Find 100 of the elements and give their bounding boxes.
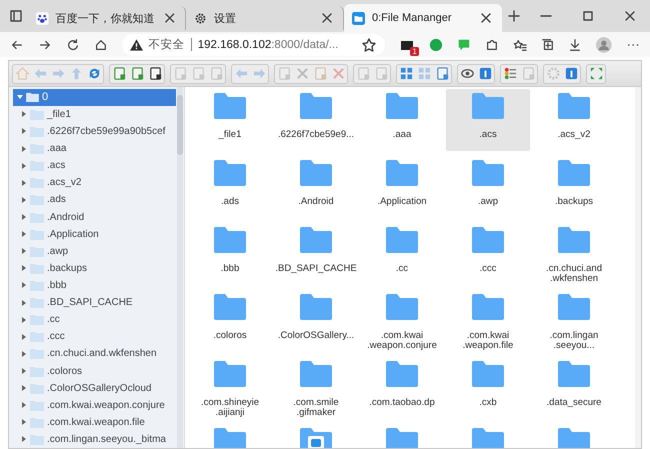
folder-icon <box>30 262 44 274</box>
folder-icon <box>30 280 44 291</box>
file-item[interactable]: .cc <box>360 223 444 285</box>
folder-icon <box>30 314 44 326</box>
file-item[interactable]: .data_secure <box>532 357 616 419</box>
caret-icon[interactable] <box>21 196 27 203</box>
file-item[interactable]: .Android <box>274 156 358 218</box>
scrollbar[interactable] <box>635 87 641 448</box>
file-item[interactable]: .com.kwai .weapon.conjure <box>360 290 444 352</box>
tree-item[interactable]: .awp <box>9 242 184 260</box>
tree-item[interactable]: .coloros <box>9 362 184 380</box>
tree-item[interactable]: .6226f7cbe59e99a90b5cef <box>9 122 184 140</box>
browser-tab[interactable]: 0:File Mananger <box>344 4 502 32</box>
avatar-icon[interactable] <box>596 36 612 54</box>
tree-item[interactable]: .Android <box>9 208 184 226</box>
file-item[interactable]: .com.lingan .seeyou... <box>532 290 616 352</box>
caret-icon[interactable] <box>21 180 27 186</box>
file-item[interactable]: .ColorOSGallery... <box>274 290 358 352</box>
file-item[interactable]: .acs <box>446 89 530 151</box>
folder-icon <box>471 159 505 187</box>
tree-item[interactable]: .BD_SAPI_CACHE <box>9 294 184 312</box>
notification-badge: 1 <box>410 46 419 56</box>
plus-icon[interactable] <box>506 8 522 24</box>
caret-icon[interactable] <box>21 282 27 288</box>
tree-item[interactable]: .ColorOSGalleryOcloud <box>9 380 184 397</box>
tree-item[interactable]: .cc <box>9 311 184 328</box>
star-icon[interactable] <box>360 36 377 52</box>
redo-icon <box>252 66 266 81</box>
file-item[interactable]: .cxb <box>446 357 530 419</box>
caret-icon[interactable] <box>21 316 27 323</box>
file-item[interactable]: .ccc <box>446 223 530 285</box>
home-icon <box>14 66 30 81</box>
file-item[interactable]: .cn.chuci.and .wkfenshen <box>532 223 616 285</box>
tab-actions-icon[interactable] <box>8 8 24 24</box>
x-icon <box>330 66 346 81</box>
folder-icon <box>30 108 44 120</box>
caret-icon[interactable] <box>21 402 27 408</box>
file-item[interactable]: .aaa <box>360 89 444 151</box>
caret-icon[interactable] <box>21 231 27 238</box>
caret-icon[interactable] <box>17 94 23 100</box>
info-icon <box>478 66 492 81</box>
tree-item[interactable]: .aaa <box>9 140 184 158</box>
check-circle-icon[interactable] <box>428 36 443 52</box>
caret-icon[interactable] <box>21 111 27 118</box>
file-item[interactable]: .bbb <box>188 223 272 285</box>
file-item[interactable]: .6226f7cbe59e9... <box>274 89 358 151</box>
folder-icon <box>30 331 44 342</box>
file-item[interactable]: .com.kwai .weapon.file <box>446 290 530 352</box>
tree-item[interactable]: .com.lingan.seeyou._bitma <box>9 430 184 448</box>
tree-item[interactable]: .Application <box>9 226 184 243</box>
tree-item[interactable]: 0 <box>13 89 176 106</box>
tree-item[interactable]: .ccc <box>9 328 184 346</box>
caret-icon[interactable] <box>21 214 27 220</box>
caret-icon[interactable] <box>21 436 27 442</box>
app-folder-icon <box>299 427 333 448</box>
file-item[interactable]: .coloros <box>188 290 272 352</box>
caret-icon[interactable] <box>21 300 27 306</box>
tree-item[interactable]: .backups <box>9 260 184 277</box>
caret-icon[interactable] <box>21 368 27 374</box>
caret-icon[interactable] <box>21 162 27 169</box>
address-bar[interactable]: 不安全 192.168.0.102:8000/data/... <box>122 34 385 56</box>
file-item[interactable]: .backups <box>532 156 616 218</box>
caret-icon[interactable] <box>21 248 27 254</box>
file-item[interactable]: .acs_v2 <box>532 89 616 151</box>
tree-item[interactable]: .com.kwai.weapon.file <box>9 414 184 431</box>
caret-icon[interactable] <box>21 128 27 134</box>
tree-item[interactable]: _file1 <box>9 106 184 123</box>
collections-icon[interactable] <box>540 36 554 52</box>
folder-icon <box>471 226 505 254</box>
caret-icon[interactable] <box>21 385 27 392</box>
caret-icon[interactable] <box>21 265 27 272</box>
tree-item[interactable]: .bbb <box>9 276 184 294</box>
file-item[interactable]: .Application <box>360 156 444 218</box>
reload-icon[interactable] <box>66 36 80 52</box>
file-item[interactable]: .com.taobao.dp <box>360 357 444 419</box>
browser-tab[interactable]: 百度一下，你就知道 <box>28 6 186 30</box>
caret-icon[interactable] <box>21 419 27 426</box>
tree-item[interactable]: .com.kwai.weapon.conjure <box>9 396 184 414</box>
folder-icon <box>30 348 44 360</box>
file-item[interactable]: .awp <box>446 156 530 218</box>
file-item[interactable]: .com.smile .gifmaker <box>274 357 358 419</box>
grid-icon <box>398 66 414 81</box>
folder-icon <box>352 12 365 24</box>
undo-icon <box>234 66 248 81</box>
file-item[interactable]: .BD_SAPI_CACHE <box>274 223 358 285</box>
scissors-icon <box>294 66 310 81</box>
file-item[interactable]: _file1 <box>188 89 272 151</box>
file-item[interactable]: .com.shineyie .aijianji <box>188 357 272 419</box>
download-icon[interactable] <box>568 36 582 52</box>
folder-icon <box>557 159 591 187</box>
caret-icon[interactable] <box>21 334 27 340</box>
caret-icon[interactable] <box>21 350 27 357</box>
tree-item[interactable]: .acs <box>9 157 184 174</box>
folder-icon <box>385 360 419 388</box>
file-item[interactable]: .ads <box>188 156 272 218</box>
scrollbar[interactable] <box>177 87 183 448</box>
caret-icon[interactable] <box>21 146 27 152</box>
tree-item[interactable]: .ads <box>9 191 184 208</box>
tree-item[interactable]: .cn.chuci.and.wkfenshen <box>9 345 184 362</box>
tree-item[interactable]: .acs_v2 <box>9 174 184 192</box>
